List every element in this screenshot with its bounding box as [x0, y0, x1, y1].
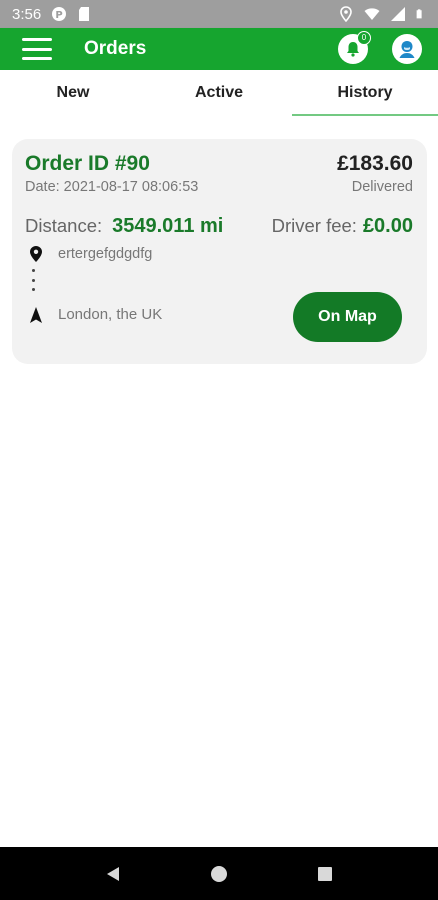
distance-label: Distance: [25, 215, 103, 236]
destination-row: London, the UK [30, 306, 162, 323]
on-map-button[interactable]: On Map [293, 292, 402, 342]
notification-badge: 0 [357, 31, 371, 45]
app-actions: 0 [338, 31, 422, 64]
avatar-icon [396, 38, 418, 60]
tab-active[interactable]: Active [146, 70, 292, 116]
distance-value: 3549.011 mi [112, 215, 224, 237]
navigation-arrow-icon [30, 306, 42, 323]
sd-card-icon [79, 7, 90, 21]
app-bar: Orders 0 [0, 28, 438, 70]
profile-avatar-button[interactable] [392, 34, 422, 64]
pickup-address: ertergefgdgdfg [58, 246, 153, 262]
map-pin-icon [30, 246, 42, 262]
hamburger-menu-icon[interactable] [22, 38, 52, 60]
battery-icon [416, 9, 422, 19]
svg-text:P: P [56, 10, 63, 21]
order-tabs: New Active History [0, 70, 438, 116]
recents-button[interactable] [305, 854, 345, 894]
order-id: Order ID #90 [25, 152, 150, 175]
cell-signal-icon [391, 7, 405, 21]
back-icon [107, 866, 119, 881]
distance-row: Distance: 3549.011 mi [25, 215, 223, 238]
order-status: Delivered [351, 179, 413, 195]
app-notification-icon: P [52, 7, 67, 21]
home-icon [211, 865, 227, 882]
driver-fee-row: Driver fee: £0.00 [272, 215, 413, 238]
status-time: 3:56 [12, 5, 42, 23]
status-left: 3:56 P [12, 6, 93, 23]
tab-new[interactable]: New [0, 70, 146, 116]
page-title: Orders [84, 38, 147, 59]
destination-address: London, the UK [58, 306, 163, 323]
back-button[interactable] [93, 854, 133, 894]
status-right [338, 6, 426, 22]
recents-icon [318, 866, 332, 881]
order-date: Date: 2021-08-17 08:06:53 [25, 179, 199, 195]
order-price: £183.60 [337, 152, 413, 175]
driver-fee-label: Driver fee: [271, 215, 357, 236]
route-dots [32, 269, 35, 291]
status-bar: 3:56 P [0, 0, 438, 28]
wifi-icon [364, 8, 380, 20]
home-button[interactable] [199, 854, 239, 894]
driver-fee-value: £0.00 [362, 215, 413, 237]
tab-history[interactable]: History [292, 70, 438, 116]
pickup-row: ertergefgdgdfg [30, 246, 152, 262]
notifications-button[interactable]: 0 [338, 31, 371, 64]
order-card[interactable]: Order ID #90 £183.60 Date: 2021-08-17 08… [12, 139, 427, 364]
system-nav-bar [0, 847, 438, 900]
location-icon [340, 6, 352, 22]
